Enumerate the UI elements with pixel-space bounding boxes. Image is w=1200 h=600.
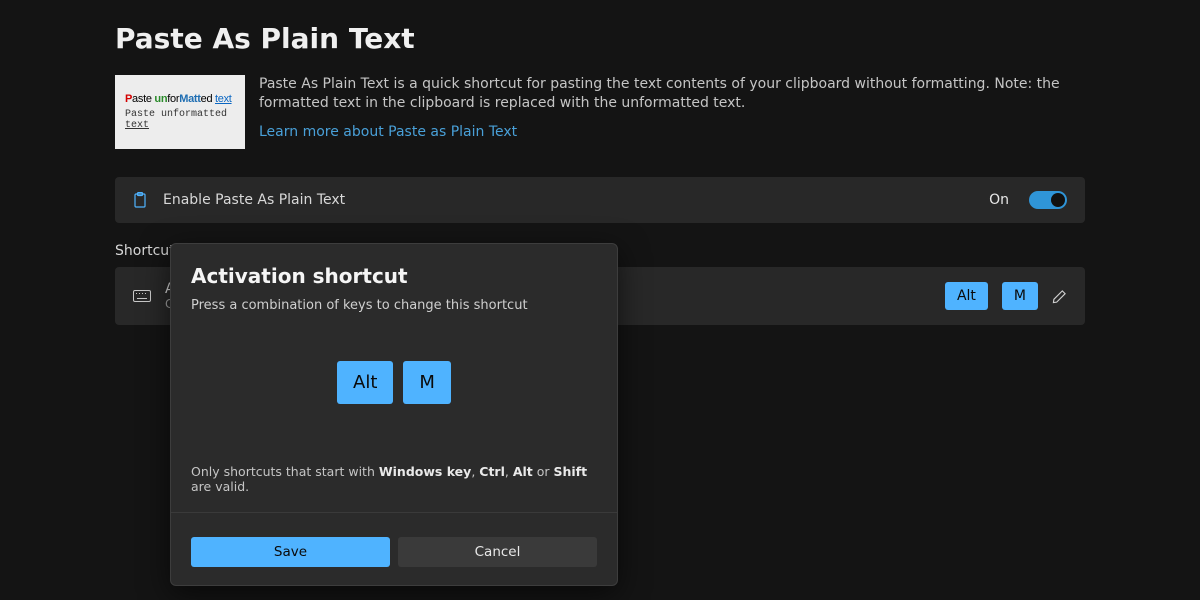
- thumb-formatted-line: Paste unforMatted text: [125, 93, 235, 105]
- dialog-key-1: Alt: [337, 361, 393, 404]
- thumb-plain-line: Paste unformatted text: [125, 109, 235, 131]
- clipboard-icon: [133, 192, 147, 208]
- cancel-button[interactable]: Cancel: [398, 537, 597, 567]
- feature-thumbnail: Paste unforMatted text Paste unformatted…: [115, 75, 245, 149]
- dialog-key-2: M: [403, 361, 451, 404]
- dialog-subtitle: Press a combination of keys to change th…: [191, 298, 597, 313]
- dialog-button-row: Save Cancel: [171, 537, 617, 585]
- toggle-knob: [1051, 193, 1065, 207]
- activation-shortcut-dialog: Activation shortcut Press a combination …: [170, 243, 618, 586]
- dialog-body: Activation shortcut Press a combination …: [171, 244, 617, 537]
- dialog-note: Only shortcuts that start with Windows k…: [191, 464, 597, 494]
- dialog-title: Activation shortcut: [191, 264, 597, 288]
- intro-row: Paste unforMatted text Paste unformatted…: [115, 75, 1085, 149]
- dialog-key-row[interactable]: Alt M: [191, 361, 597, 404]
- shortcut-key-2: M: [1002, 282, 1038, 310]
- intro-text: Paste As Plain Text is a quick shortcut …: [259, 75, 1085, 149]
- pencil-icon[interactable]: [1052, 289, 1067, 304]
- enable-toggle[interactable]: [1029, 191, 1067, 209]
- enable-label: Enable Paste As Plain Text: [163, 192, 973, 208]
- save-button[interactable]: Save: [191, 537, 390, 567]
- page-title: Paste As Plain Text: [115, 22, 1085, 55]
- dialog-divider: [171, 512, 617, 513]
- learn-more-link[interactable]: Learn more about Paste as Plain Text: [259, 123, 517, 142]
- keyboard-icon: [133, 289, 151, 303]
- enable-panel: Enable Paste As Plain Text On: [115, 177, 1085, 223]
- shortcut-key-1: Alt: [945, 282, 988, 310]
- page-description: Paste As Plain Text is a quick shortcut …: [259, 76, 1060, 111]
- toggle-state-label: On: [989, 192, 1009, 208]
